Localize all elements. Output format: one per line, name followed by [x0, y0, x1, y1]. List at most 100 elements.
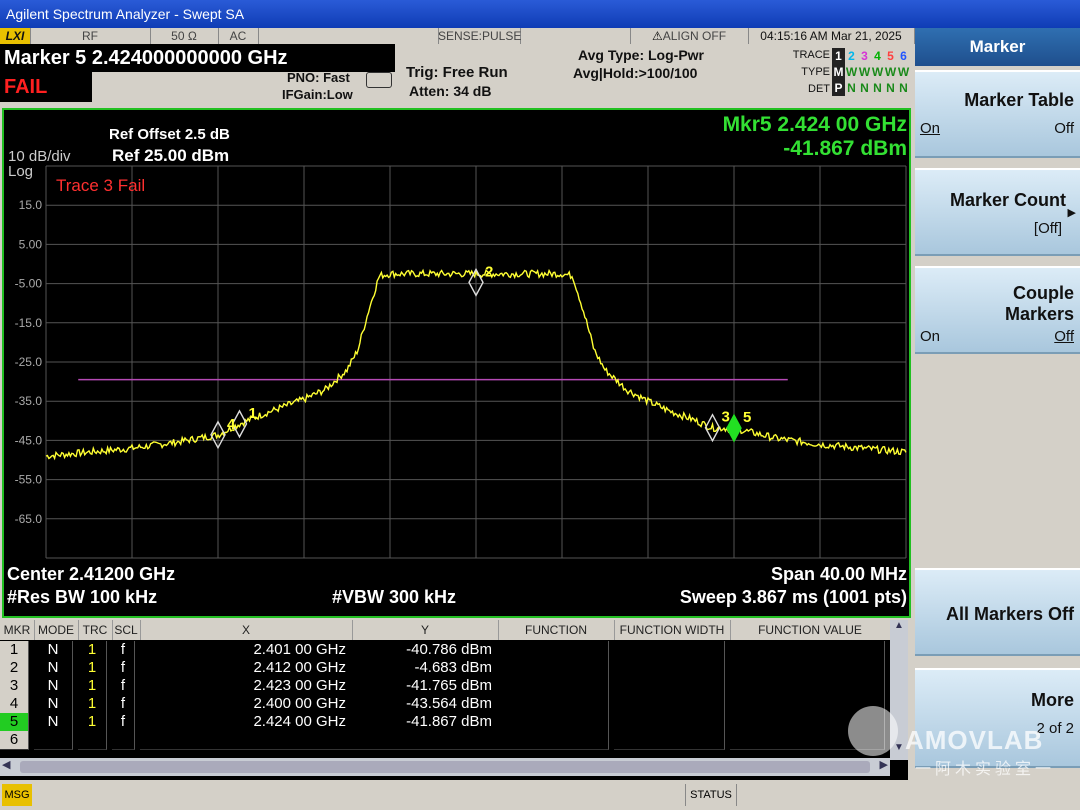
- tl-det-cell: N: [899, 81, 908, 95]
- marker-table-header: MKR MODE TRC SCL X Y FUNCTION FUNCTION WIDTH FUN…: [0, 620, 891, 640]
- table-cell: 1: [78, 713, 107, 732]
- table-cell: f: [112, 695, 135, 714]
- table-cell: 6: [0, 731, 29, 750]
- table-cell: 1: [78, 659, 107, 678]
- tl-num-cell: 1: [832, 48, 845, 64]
- table-row[interactable]: 6: [0, 731, 890, 750]
- table-header-cell: FUNCTION: [498, 620, 615, 640]
- table-cell: f: [112, 641, 135, 660]
- warning-icon: ⚠: [651, 29, 663, 43]
- ifgain-setting: IFGain:Low: [282, 87, 353, 102]
- table-cell: [730, 659, 885, 678]
- status-row: LXI RF 50 Ω AC SENSE:PULSE ⚠ALIGN OFF 04…: [0, 28, 915, 44]
- y-tick-label: -55.0: [15, 473, 43, 487]
- softkey-menu-title: Marker: [915, 28, 1080, 66]
- tl-type-cell: M: [832, 64, 845, 80]
- video-bandwidth[interactable]: #VBW 300 kHz: [332, 587, 456, 608]
- table-header-cell: MKR: [0, 620, 35, 640]
- avg-hold-setting: Avg|Hold:>100/100: [573, 65, 698, 81]
- table-cell: f: [112, 713, 135, 732]
- tl-num-cell: 4: [874, 49, 881, 63]
- msg-indicator[interactable]: MSG: [2, 784, 32, 806]
- scroll-up-icon[interactable]: ▲: [890, 620, 908, 638]
- table-header-cell: X: [140, 620, 353, 640]
- table-cell: [140, 731, 353, 750]
- table-cell: [498, 677, 609, 696]
- tl-type-cell: W: [858, 65, 871, 79]
- table-cell: -43.564 dBm: [352, 695, 499, 714]
- couple-markers-softkey[interactable]: Couple Markers On Off: [915, 266, 1080, 354]
- table-cell: [352, 731, 499, 750]
- table-cell: [614, 713, 725, 732]
- marker-table-softkey[interactable]: Marker Table On Off: [915, 70, 1080, 158]
- table-header-cell: MODE: [34, 620, 79, 640]
- all-markers-off-softkey[interactable]: All Markers Off: [915, 568, 1080, 656]
- attenuation-setting: Atten: 34 dB: [409, 83, 492, 99]
- spectrum-display[interactable]: Ref Offset 2.5 dB Ref 25.00 dBm 10 dB/di…: [2, 108, 911, 618]
- y-tick-label: -45.0: [15, 433, 43, 447]
- table-cell: N: [34, 713, 73, 732]
- table-cell: 2.401 00 GHz: [140, 641, 353, 660]
- table-header-cell: Y: [352, 620, 499, 640]
- table-header-cell: SCL: [112, 620, 141, 640]
- scroll-left-icon[interactable]: ◀: [2, 758, 10, 771]
- bottom-status-bar: MSG STATUS: [0, 780, 1080, 810]
- table-cell: -40.786 dBm: [352, 641, 499, 660]
- scroll-right-icon[interactable]: ▶: [880, 758, 888, 771]
- tl-num-cell: 2: [848, 49, 855, 63]
- table-cell: [498, 731, 609, 750]
- table-header-cell: FUNCTION WIDTH: [614, 620, 731, 640]
- tl-num-cell: 5: [887, 49, 894, 63]
- table-header-cell: FUNCTION VALUE: [730, 620, 891, 640]
- trigger-setting: Trig: Free Run: [406, 64, 508, 81]
- table-cell: f: [112, 659, 135, 678]
- table-cell: 1: [0, 641, 29, 660]
- watermark-logo-icon: [848, 706, 898, 756]
- table-horizontal-scrollbar[interactable]: ◀ ▶: [0, 758, 890, 776]
- table-cell: 2.400 00 GHz: [140, 695, 353, 714]
- scroll-thumb[interactable]: [20, 761, 870, 773]
- active-marker-header: Marker 5 2.424000000000 GHz: [0, 44, 395, 72]
- trace-legend-labels: TRACE TYPE DET: [792, 49, 830, 95]
- tl-det-cell: P: [832, 80, 845, 96]
- impedance-indicator: 50 Ω: [150, 28, 219, 44]
- table-row[interactable]: 1 N 1 f 2.401 00 GHz -40.786 dBm: [0, 641, 890, 660]
- table-cell: 1: [78, 695, 107, 714]
- y-tick-label: 5.00: [19, 237, 43, 251]
- couple-markers-on: On: [920, 328, 941, 345]
- coupling-indicator: AC: [218, 28, 259, 44]
- table-cell: N: [34, 659, 73, 678]
- table-cell: [730, 677, 885, 696]
- table-row[interactable]: 4 N 1 f 2.400 00 GHz -43.564 dBm: [0, 695, 890, 714]
- table-row[interactable]: 3 N 1 f 2.423 00 GHz -41.765 dBm: [0, 677, 890, 696]
- couple-markers-off: Off: [1054, 328, 1074, 345]
- table-row[interactable]: 5 N 1 f 2.424 00 GHz -41.867 dBm: [0, 713, 890, 732]
- y-tick-label: -15.0: [15, 316, 43, 330]
- align-indicator: ⚠ALIGN OFF: [630, 28, 749, 44]
- center-frequency[interactable]: Center 2.41200 GHz: [7, 564, 175, 585]
- table-header-cell: TRC: [78, 620, 113, 640]
- status-indicator[interactable]: STATUS: [685, 784, 737, 806]
- table-cell: N: [34, 677, 73, 696]
- table-cell: 2.423 00 GHz: [140, 677, 353, 696]
- table-cell: [498, 713, 609, 732]
- table-cell: [112, 731, 135, 750]
- table-cell: 3: [0, 677, 29, 696]
- tl-type-cell: W: [897, 65, 910, 79]
- table-cell: -41.867 dBm: [352, 713, 499, 732]
- table-cell: [614, 659, 725, 678]
- table-cell: [34, 731, 73, 750]
- tl-type-cell: W: [884, 65, 897, 79]
- table-cell: 4: [0, 695, 29, 714]
- marker-count-softkey[interactable]: Marker Count ▶ [Off]: [915, 168, 1080, 256]
- table-row[interactable]: 2 N 1 f 2.412 00 GHz -4.683 dBm: [0, 659, 890, 678]
- span[interactable]: Span 40.00 MHz: [771, 564, 907, 585]
- tl-type-cell: W: [871, 65, 884, 79]
- rf-indicator: RF: [30, 28, 151, 44]
- sweep-time[interactable]: Sweep 3.867 ms (1001 pts): [680, 587, 907, 608]
- trace-legend: 123456 MWWWWW PNNNNN: [832, 48, 910, 96]
- marker-table-on: On: [920, 120, 941, 137]
- marker-3-label: 3: [722, 409, 730, 426]
- table-cell: [78, 731, 107, 750]
- resolution-bandwidth[interactable]: #Res BW 100 kHz: [7, 587, 157, 608]
